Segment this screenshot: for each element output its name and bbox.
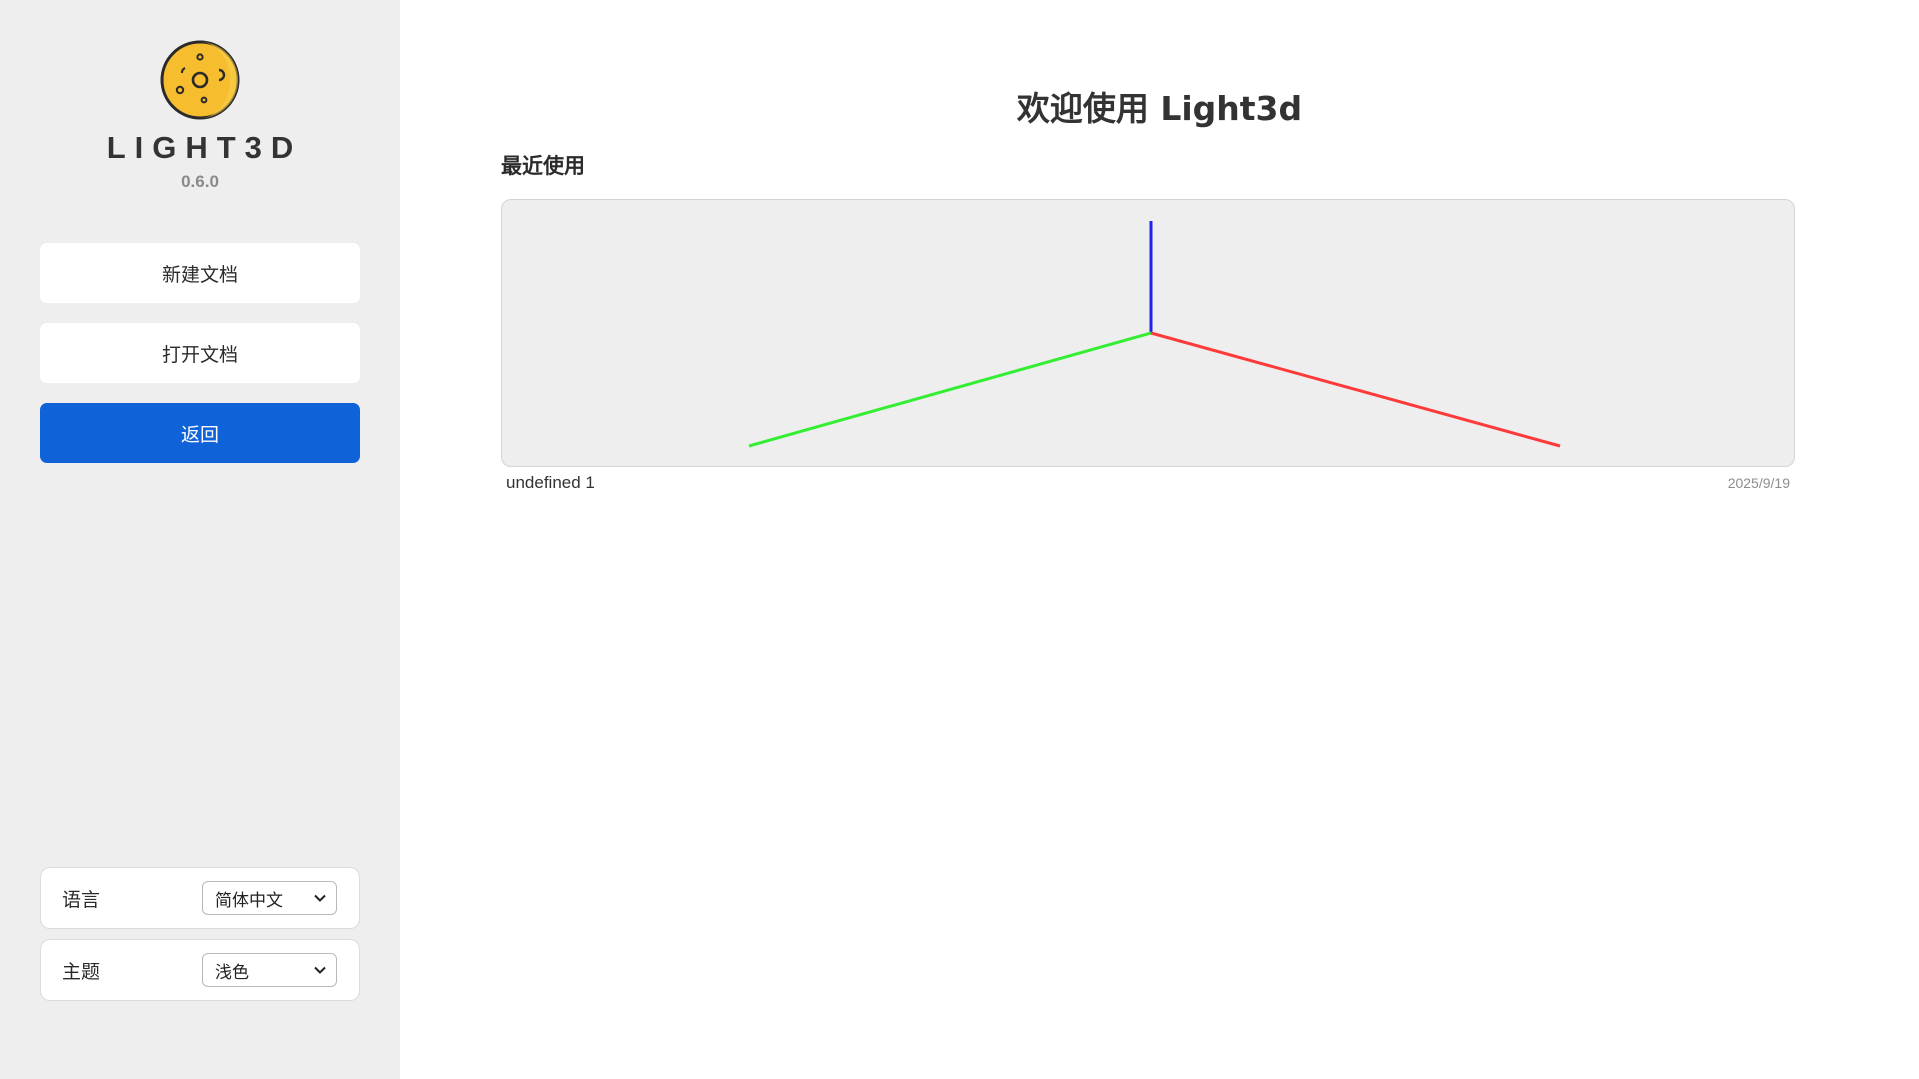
theme-setting: 主题 浅色 xyxy=(40,939,360,1001)
new-document-button[interactable]: 新建文档 xyxy=(40,243,360,303)
back-button[interactable]: 返回 xyxy=(40,403,360,463)
recent-section-title: 最近使用 xyxy=(501,154,585,178)
theme-select-value: 浅色 xyxy=(215,962,249,983)
document-date: 2025/9/19 xyxy=(1727,475,1790,491)
theme-label: 主题 xyxy=(62,960,101,983)
language-select-value: 简体中文 xyxy=(215,890,283,911)
main-content: 欢迎使用 Light3d 最近使用 undefined 1 2025/9/19 xyxy=(400,0,1919,1079)
moon-logo-icon xyxy=(160,40,240,120)
welcome-title: 欢迎使用 Light3d xyxy=(1016,89,1303,128)
chevron-down-icon xyxy=(314,894,326,902)
theme-select[interactable]: 浅色 xyxy=(202,953,337,987)
app-name: LIGHT3D xyxy=(106,130,303,165)
recent-document-card[interactable]: undefined 1 2025/9/19 xyxy=(501,199,1795,493)
sidebar: LIGHT3D 0.6.0 新建文档 打开文档 返回 语言 简体中文 主题 浅色 xyxy=(0,0,400,1079)
language-select[interactable]: 简体中文 xyxy=(202,881,337,915)
app-version: 0.6.0 xyxy=(181,172,219,191)
chevron-down-icon xyxy=(314,966,326,974)
language-label: 语言 xyxy=(62,888,101,911)
document-thumbnail xyxy=(501,199,1795,467)
document-name: undefined 1 xyxy=(506,473,595,492)
axis-gizmo-preview xyxy=(748,221,1561,448)
card-meta: undefined 1 2025/9/19 xyxy=(501,467,1795,493)
x-axis-line xyxy=(1150,331,1561,448)
language-setting: 语言 简体中文 xyxy=(40,867,360,929)
open-document-button[interactable]: 打开文档 xyxy=(40,323,360,383)
y-axis-line xyxy=(748,331,1152,448)
app-window: LIGHT3D 0.6.0 新建文档 打开文档 返回 语言 简体中文 主题 浅色 xyxy=(0,0,1919,1079)
